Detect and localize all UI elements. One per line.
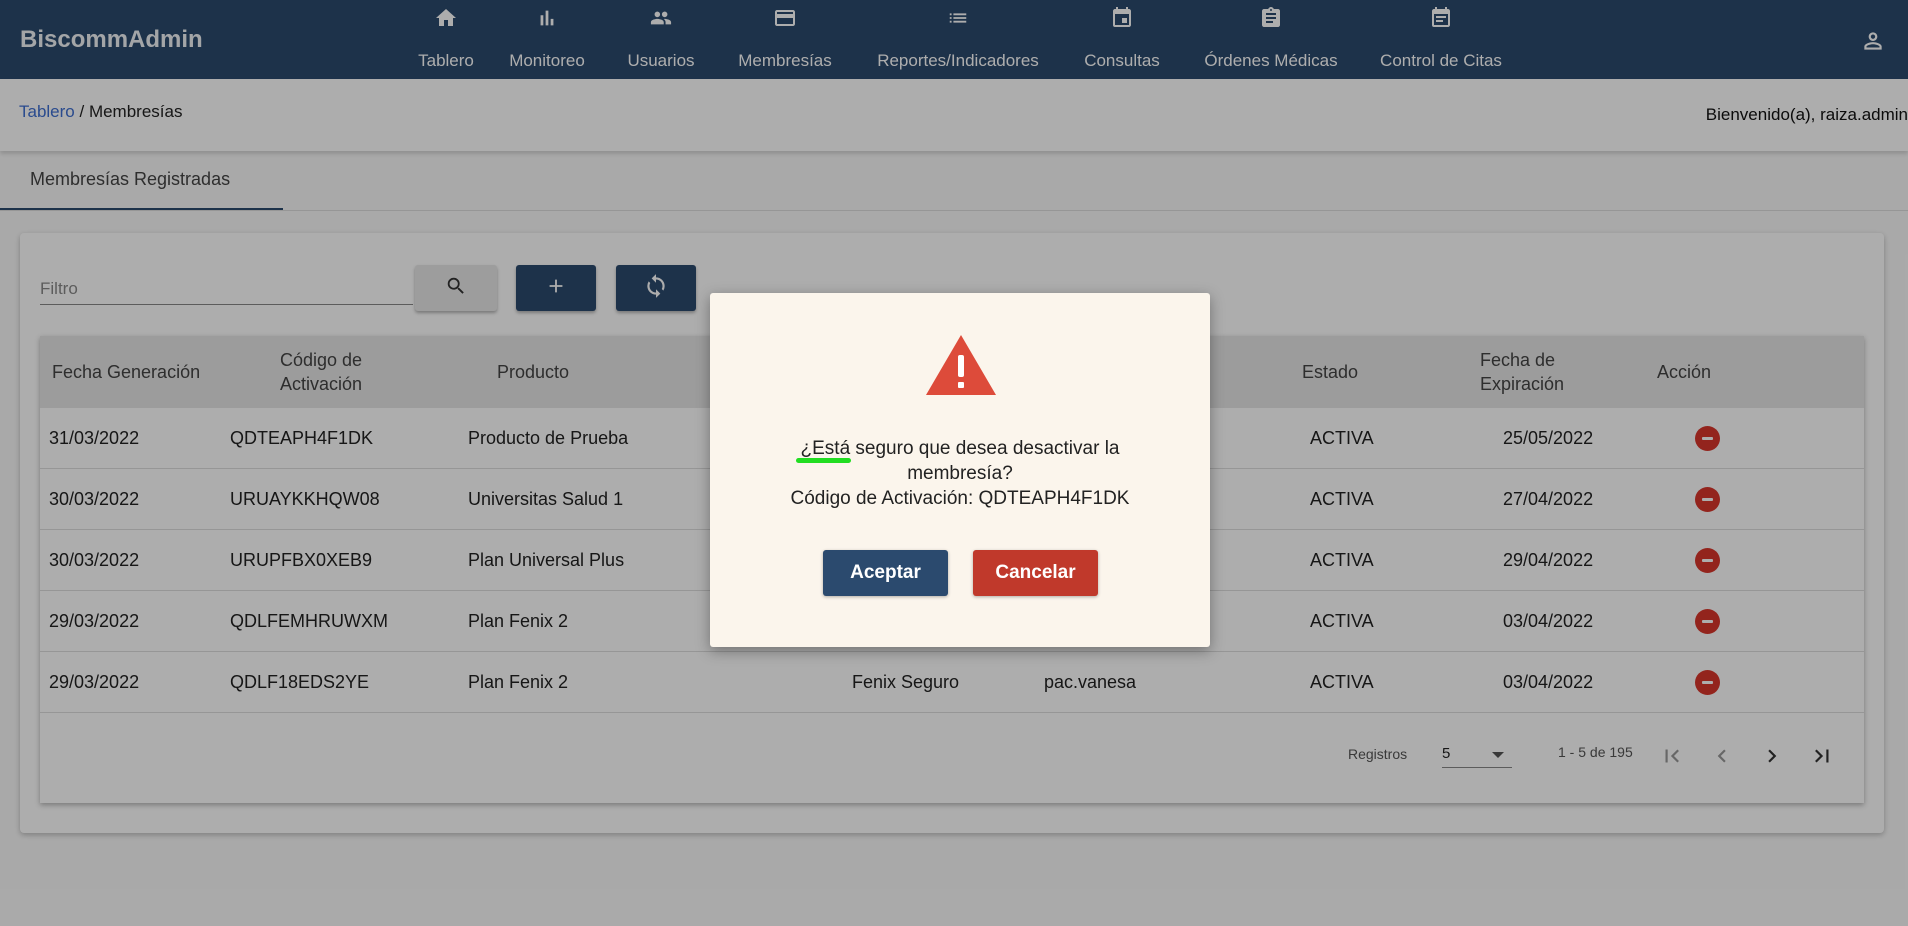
dialog-message: ¿Está seguro que desea desactivar la mem… — [710, 436, 1210, 511]
cancel-button[interactable]: Cancelar — [973, 550, 1098, 596]
dialog-message-line3: Código de Activación: QDTEAPH4F1DK — [790, 488, 1130, 509]
dialog-message-line1: ¿Está seguro que desea desactivar la — [800, 438, 1120, 459]
highlight-underline — [796, 458, 851, 463]
confirm-dialog: ¿Está seguro que desea desactivar la mem… — [710, 293, 1210, 647]
dialog-message-line2: membresía? — [907, 463, 1013, 484]
warning-icon — [924, 333, 998, 402]
accept-button[interactable]: Aceptar — [823, 550, 948, 596]
